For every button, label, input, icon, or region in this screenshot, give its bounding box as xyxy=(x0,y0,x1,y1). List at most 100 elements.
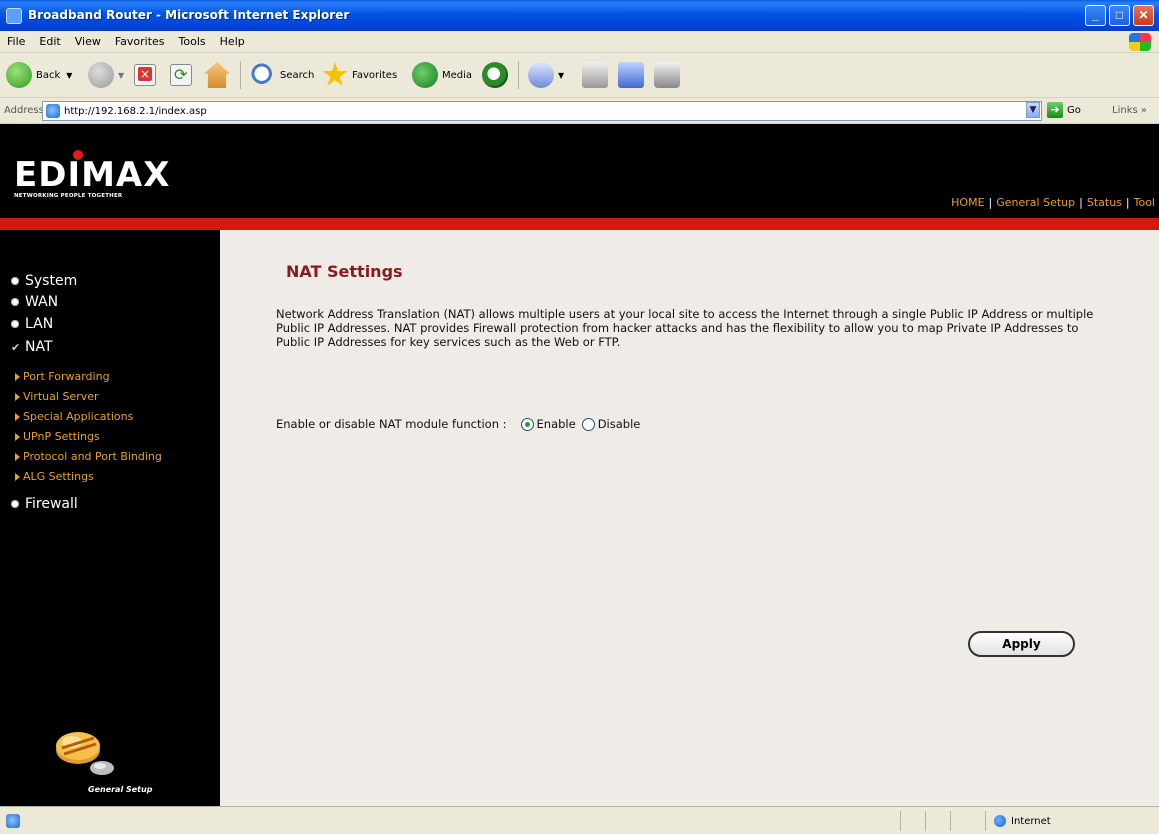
close-button[interactable]: ✕ xyxy=(1133,5,1154,26)
address-label: Address xyxy=(4,105,44,116)
subitem-label: Virtual Server xyxy=(23,390,99,403)
sidebar-item-wan[interactable]: WAN xyxy=(11,294,58,310)
status-bar: Internet xyxy=(0,806,1159,834)
subitem-label: Protocol and Port Binding xyxy=(23,450,162,463)
bullet-icon xyxy=(11,320,19,328)
logo-red-dot xyxy=(73,150,83,160)
top-navigation: HOME | General Setup | Status | Tool xyxy=(951,196,1155,209)
stop-icon xyxy=(134,64,156,86)
sidebar-subitem-alg-settings[interactable]: ALG Settings xyxy=(15,470,94,483)
window-title-bar: Broadband Router - Microsoft Internet Ex… xyxy=(0,0,1159,31)
back-arrow-icon xyxy=(6,62,32,88)
nat-enable-radio[interactable] xyxy=(520,417,534,431)
sidebar-item-firewall[interactable]: Firewall xyxy=(11,496,78,512)
arrow-right-icon xyxy=(15,412,20,421)
refresh-button[interactable] xyxy=(170,59,196,91)
subitem-label: UPnP Settings xyxy=(23,430,100,443)
page-done-icon xyxy=(6,814,20,828)
status-divider xyxy=(950,811,951,831)
media-icon xyxy=(412,62,438,88)
messenger-icon xyxy=(654,62,680,88)
home-button[interactable] xyxy=(204,59,234,91)
checkmark-icon: ✔ xyxy=(11,340,21,354)
minimize-button[interactable]: _ xyxy=(1085,5,1106,26)
ie-icon xyxy=(6,8,22,24)
forward-button[interactable]: ▼ xyxy=(88,59,124,91)
edit-button[interactable] xyxy=(618,59,648,91)
forward-dropdown-icon[interactable]: ▼ xyxy=(118,71,124,80)
sidebar-item-nat[interactable]: ✔ NAT xyxy=(11,339,53,355)
address-dropdown-icon[interactable]: ▼ xyxy=(1026,102,1040,118)
sidebar-item-label: WAN xyxy=(25,294,59,310)
sidebar-subitem-virtual-server[interactable]: Virtual Server xyxy=(15,390,99,403)
links-button[interactable]: Links » xyxy=(1112,105,1147,116)
menu-favorites[interactable]: Favorites xyxy=(108,31,172,52)
sidebar-subitem-upnp-settings[interactable]: UPnP Settings xyxy=(15,430,100,443)
nat-disable-radio[interactable] xyxy=(581,417,595,431)
go-arrow-icon[interactable]: ➜ xyxy=(1047,102,1063,118)
page-icon xyxy=(46,104,60,118)
menu-file[interactable]: File xyxy=(0,31,32,52)
bullet-icon xyxy=(11,277,19,285)
print-icon xyxy=(582,62,608,88)
nav-status-link[interactable]: Status xyxy=(1087,196,1122,209)
history-icon xyxy=(482,62,508,88)
forward-arrow-icon xyxy=(88,62,114,88)
menu-help[interactable]: Help xyxy=(213,31,252,52)
back-dropdown-icon[interactable]: ▼ xyxy=(66,71,72,80)
toolbar-separator xyxy=(518,61,519,89)
arrow-right-icon xyxy=(15,392,20,401)
address-url: http://192.168.2.1/index.asp xyxy=(64,106,207,117)
nav-tool-link[interactable]: Tool xyxy=(1134,196,1155,209)
bullet-icon xyxy=(11,500,19,508)
nat-description: Network Address Translation (NAT) allows… xyxy=(276,307,1094,349)
sidebar-item-system[interactable]: System xyxy=(11,273,77,289)
arrow-right-icon xyxy=(15,372,20,381)
browser-toolbar: Back ▼ ▼ Search Favorites Media ▼ xyxy=(0,53,1159,98)
menu-edit[interactable]: Edit xyxy=(32,31,67,52)
toolbar-separator xyxy=(240,61,241,89)
stop-button[interactable] xyxy=(134,59,160,91)
maximize-button[interactable]: □ xyxy=(1109,5,1130,26)
sidebar-subitem-special-applications[interactable]: Special Applications xyxy=(15,410,133,423)
sidebar-item-lan[interactable]: LAN xyxy=(11,316,53,332)
nav-home-link[interactable]: HOME xyxy=(951,196,984,209)
address-input[interactable]: http://192.168.2.1/index.asp xyxy=(42,101,1042,121)
go-button[interactable]: Go xyxy=(1067,105,1081,116)
sidebar-subitem-port-forwarding[interactable]: Port Forwarding xyxy=(15,370,110,383)
media-label: Media xyxy=(442,69,473,81)
favorites-button[interactable]: Favorites xyxy=(322,59,397,91)
edit-icon xyxy=(618,62,644,88)
windows-logo-icon xyxy=(1129,33,1151,51)
header-red-stripe xyxy=(0,218,1159,230)
media-button[interactable]: Media xyxy=(412,59,472,91)
sidebar-item-label: NAT xyxy=(25,339,53,355)
subitem-label: Special Applications xyxy=(23,410,134,423)
history-button[interactable] xyxy=(482,59,512,91)
internet-zone-icon xyxy=(994,815,1006,827)
sidebar-item-label: System xyxy=(25,273,78,289)
menu-tools[interactable]: Tools xyxy=(172,31,213,52)
search-button[interactable]: Search xyxy=(250,59,314,91)
nat-disable-option-label[interactable]: Disable xyxy=(598,417,641,431)
arrow-right-icon xyxy=(15,452,20,461)
favorites-star-icon xyxy=(322,62,348,86)
favorites-label: Favorites xyxy=(352,69,398,81)
menu-bar: File Edit View Favorites Tools Help xyxy=(0,31,1159,53)
back-button[interactable]: Back ▼ xyxy=(6,59,72,91)
arrow-right-icon xyxy=(15,472,20,481)
status-divider xyxy=(925,811,926,831)
nav-general-setup-link[interactable]: General Setup xyxy=(996,196,1075,209)
mail-dropdown-icon[interactable]: ▼ xyxy=(558,71,564,80)
mail-button[interactable]: ▼ xyxy=(528,59,564,91)
messenger-button[interactable] xyxy=(654,59,684,91)
menu-view[interactable]: View xyxy=(68,31,108,52)
apply-button[interactable]: Apply xyxy=(968,631,1075,657)
nat-enable-label: Enable or disable NAT module function : xyxy=(276,417,507,431)
nat-enable-option-label[interactable]: Enable xyxy=(537,417,576,431)
bullet-icon xyxy=(11,298,19,306)
print-button[interactable] xyxy=(582,59,612,91)
sidebar-subitem-protocol-port-binding[interactable]: Protocol and Port Binding xyxy=(15,450,162,463)
search-label: Search xyxy=(280,69,315,81)
sidebar-item-label: Firewall xyxy=(25,496,78,512)
